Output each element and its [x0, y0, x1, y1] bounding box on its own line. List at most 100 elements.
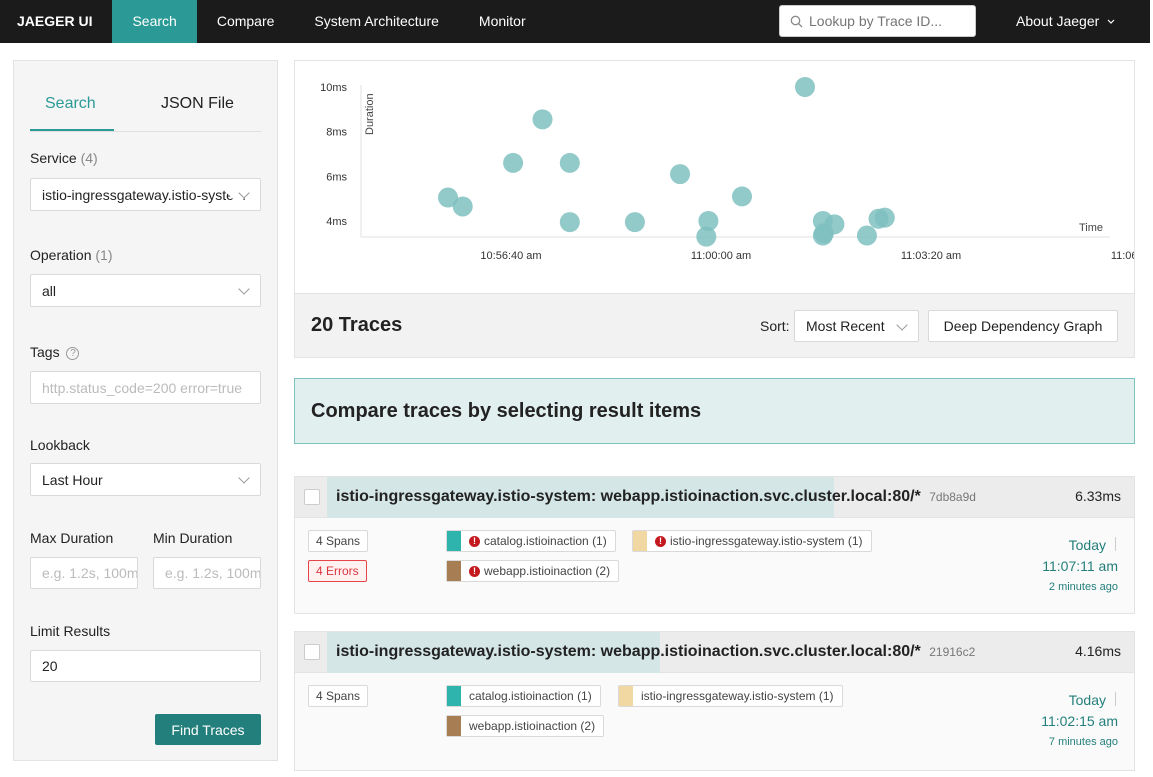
trace-id-input[interactable] — [809, 13, 969, 29]
trace-duration: 4.16ms — [1075, 643, 1121, 659]
trace-point[interactable] — [670, 164, 691, 185]
service-tag: catalog.istioinaction (1) — [446, 685, 601, 707]
trace-date: Today — [1068, 537, 1106, 553]
trace-point[interactable] — [624, 212, 645, 233]
service-value: istio-ingressgateway.istio-system — [42, 186, 246, 203]
sort-select[interactable]: Most Recent — [794, 310, 919, 342]
find-traces-button[interactable]: Find Traces — [155, 714, 261, 745]
nav-item-compare[interactable]: Compare — [197, 0, 295, 43]
trace-result-header[interactable]: istio-ingressgateway.istio-system: webap… — [295, 477, 1134, 518]
service-label-text: Service — [30, 150, 77, 166]
service-name: webapp.istioinaction (2) — [469, 719, 596, 733]
service-tag: ! catalog.istioinaction (1) — [446, 530, 616, 552]
trace-point[interactable] — [503, 152, 524, 173]
service-tag: ! webapp.istioinaction (2) — [446, 560, 620, 582]
trace-point[interactable] — [532, 109, 553, 130]
trace-relative-time: 7 minutes ago — [1048, 736, 1118, 748]
trace-point[interactable] — [824, 214, 845, 235]
trace-point[interactable] — [452, 196, 473, 217]
about-menu[interactable]: About Jaeger — [1016, 0, 1116, 43]
operation-value: all — [42, 282, 57, 299]
y-tick-label: 4ms — [326, 216, 347, 228]
trace-point[interactable] — [698, 211, 719, 231]
trace-point[interactable] — [795, 77, 815, 97]
scatter-panel: Duration Time 4ms 6ms 8ms 10ms 10:56:40 am 1… — [294, 60, 1135, 358]
service-name: catalog.istioinaction (1) — [469, 689, 592, 703]
trace-point[interactable] — [559, 152, 580, 173]
trace-point[interactable] — [559, 212, 580, 233]
trace-time: 11:07:11 am — [1042, 558, 1118, 574]
lookback-label: Lookback — [30, 437, 90, 453]
trace-id: 21916c2 — [929, 645, 976, 659]
span-count-tag: 4 Spans — [308, 530, 369, 552]
service-name: catalog.istioinaction (1) — [484, 534, 607, 548]
trace-duration: 6.33ms — [1075, 488, 1121, 504]
trace-result-item[interactable]: istio-ingressgateway.istio-system: webap… — [294, 631, 1135, 771]
trace-id-lookup[interactable] — [779, 5, 976, 37]
tab-json-file[interactable]: JSON File — [161, 95, 234, 113]
trace-point[interactable] — [856, 225, 877, 246]
sort-value: Most Recent — [806, 318, 885, 334]
lookback-select[interactable]: Last Hour — [30, 463, 261, 496]
tags-label-text: Tags — [30, 344, 60, 360]
service-name: istio-ingressgateway.istio-system (1) — [670, 534, 863, 548]
about-label: About Jaeger — [1016, 13, 1100, 29]
trace-time: 11:02:15 am — [1041, 713, 1118, 729]
error-icon: ! — [469, 565, 480, 577]
service-color-swatch — [447, 686, 461, 706]
service-tag: webapp.istioinaction (2) — [446, 715, 605, 737]
operation-label-text: Operation — [30, 247, 92, 263]
deep-dependency-graph-button[interactable]: Deep Dependency Graph — [928, 310, 1118, 342]
sort-label: Sort: — [760, 318, 790, 334]
service-color-swatch — [447, 716, 461, 736]
tags-label: Tags ? — [30, 344, 80, 360]
trace-result-header[interactable]: istio-ingressgateway.istio-system: webap… — [295, 632, 1134, 673]
search-icon — [790, 15, 803, 27]
error-icon: ! — [469, 535, 480, 547]
active-tab-indicator — [30, 129, 114, 131]
limit-results-input[interactable]: 20 — [30, 650, 261, 682]
nav-item-search[interactable]: Search — [112, 0, 197, 43]
compare-banner: Compare traces by selecting result items — [294, 378, 1135, 444]
trace-result-item[interactable]: istio-ingressgateway.istio-system: webap… — [294, 476, 1135, 614]
operation-label: Operation (1) — [30, 247, 113, 263]
max-duration-label: Max Duration — [30, 530, 114, 546]
trace-point[interactable] — [874, 207, 895, 228]
tab-search[interactable]: Search — [45, 95, 96, 113]
trace-points — [438, 77, 895, 247]
x-tick-label: 11:00:00 am — [691, 250, 751, 262]
trace-title[interactable]: istio-ingressgateway.istio-system: webap… — [336, 643, 975, 661]
x-tick-label: 11:03:20 am — [901, 250, 961, 262]
service-name: webapp.istioinaction (2) — [484, 564, 611, 578]
y-tick-label: 8ms — [326, 127, 347, 139]
max-duration-input[interactable]: e.g. 1.2s, 100ms — [30, 557, 138, 589]
results-toolbar: 20 Traces Sort: Most Recent Deep Depende… — [295, 293, 1134, 357]
tags-input[interactable]: http.status_code=200 error=true — [30, 371, 261, 404]
trace-count: 20 Traces — [311, 314, 403, 336]
operation-select[interactable]: all — [30, 274, 261, 307]
y-tick-label: 10ms — [320, 82, 347, 94]
compare-checkbox[interactable] — [304, 644, 320, 660]
min-duration-input[interactable]: e.g. 1.2s, 100ms — [153, 557, 261, 589]
trace-id: 7db8a9d — [929, 490, 976, 504]
trace-point[interactable] — [732, 186, 752, 207]
service-select[interactable]: istio-ingressgateway.istio-system — [30, 178, 261, 211]
trace-title[interactable]: istio-ingressgateway.istio-system: webap… — [336, 488, 976, 506]
compare-banner-text: Compare traces by selecting result items — [311, 400, 702, 422]
operation-count: (1) — [95, 247, 113, 263]
x-tick-label: 10:56:40 am — [480, 250, 541, 262]
service-color-swatch — [633, 531, 647, 551]
service-color-swatch — [447, 561, 461, 581]
x-tick-label: 11:06:40 am — [1111, 250, 1134, 262]
brand-logo[interactable]: JAEGER UI — [0, 0, 112, 43]
y-axis-title: Duration — [364, 93, 376, 135]
service-label: Service (4) — [30, 150, 98, 166]
trace-relative-time: 2 minutes ago — [1048, 581, 1118, 593]
help-icon[interactable]: ? — [66, 346, 80, 360]
tags-placeholder: http.status_code=200 error=true — [42, 379, 243, 396]
trace-timestamp: Today 11:02:15 am 7 minutes ago — [1041, 690, 1118, 753]
compare-checkbox[interactable] — [304, 489, 320, 505]
service-count: (4) — [80, 150, 98, 166]
nav-item-system-architecture[interactable]: System Architecture — [294, 0, 459, 43]
nav-item-monitor[interactable]: Monitor — [459, 0, 546, 43]
